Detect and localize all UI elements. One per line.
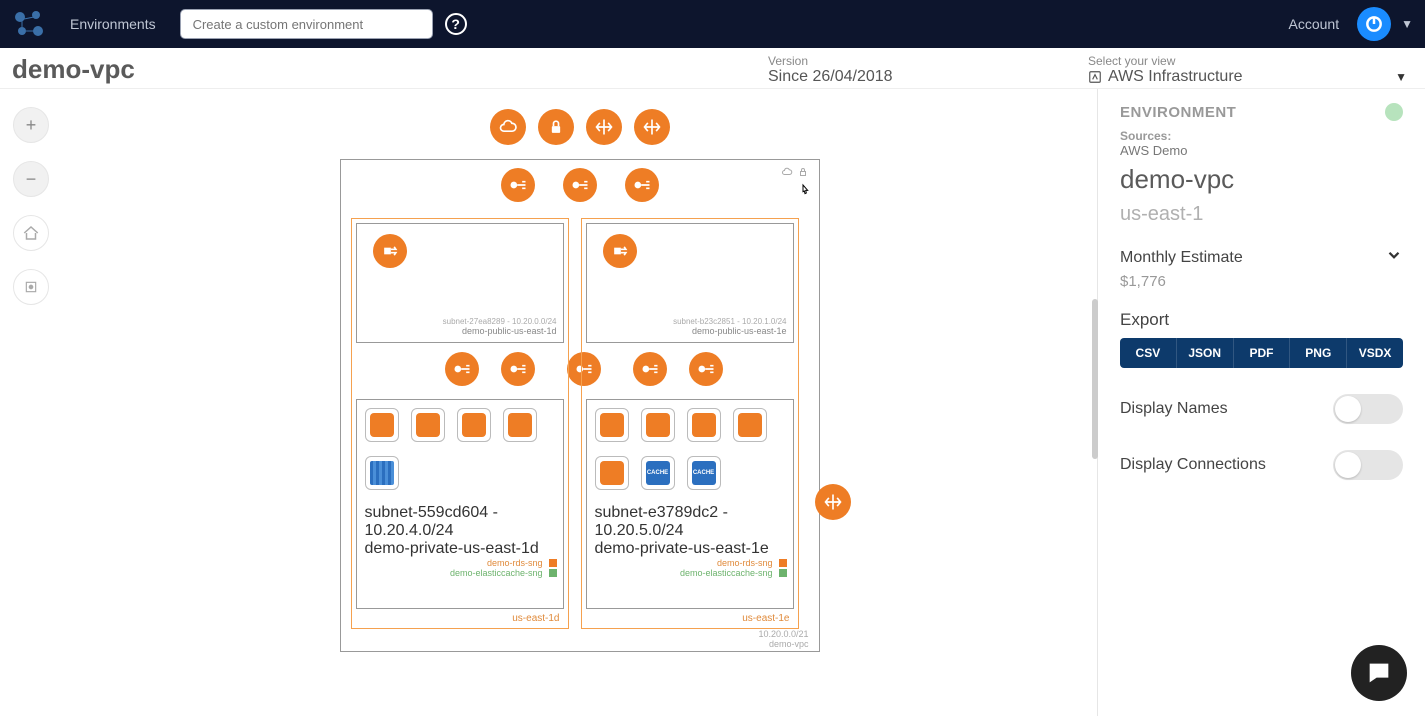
- lock-icon[interactable]: [538, 109, 574, 145]
- estimate-value: $1,776: [1120, 273, 1403, 290]
- ec2-instance[interactable]: [365, 408, 399, 442]
- availability-zone[interactable]: subnet-b23c2851 - 10.20.1.0/24 demo-publ…: [581, 218, 799, 629]
- load-balancer-icon[interactable]: [563, 168, 597, 202]
- internet-row: [340, 109, 820, 145]
- route-table-icon[interactable]: [603, 234, 637, 268]
- ec2-instance[interactable]: [503, 408, 537, 442]
- subnet-name-label: demo-public-us-east-1e: [692, 326, 787, 336]
- elasticache-node[interactable]: CACHE: [687, 456, 721, 490]
- export-vsdx-button[interactable]: VSDX: [1347, 338, 1403, 368]
- ec2-instance[interactable]: [457, 408, 491, 442]
- version-label: Version: [768, 54, 1088, 68]
- display-connections-label: Display Connections: [1120, 456, 1266, 474]
- properties-panel: ENVIRONMENT Sources: AWS Demo demo-vpc u…: [1097, 89, 1425, 716]
- search-wrap: ?: [180, 9, 467, 39]
- vpc-container[interactable]: subnet-27ea8289 - 10.20.0.0/24 demo-publ…: [340, 159, 820, 652]
- version-since: Since 26/04/2018: [768, 68, 1088, 86]
- title-bar: demo-vpc Version Since 26/04/2018 Select…: [0, 48, 1425, 89]
- elasticache-node[interactable]: CACHE: [641, 456, 675, 490]
- ec2-instance[interactable]: [641, 408, 675, 442]
- public-subnet[interactable]: subnet-27ea8289 - 10.20.0.0/24 demo-publ…: [356, 223, 564, 343]
- rds-instance[interactable]: [365, 456, 399, 490]
- main: + −: [0, 89, 1425, 716]
- home-extent-button[interactable]: [13, 215, 49, 251]
- export-png-button[interactable]: PNG: [1290, 338, 1347, 368]
- subnet-group-tag: demo-elasticcache-sng: [593, 568, 787, 578]
- export-json-button[interactable]: JSON: [1177, 338, 1234, 368]
- chat-widget-button[interactable]: [1351, 645, 1407, 701]
- top-nav: Environments ? Account ▼: [0, 0, 1425, 48]
- az-label: us-east-1e: [586, 609, 794, 624]
- subnet-name-label: demo-public-us-east-1d: [462, 326, 557, 336]
- display-names-label: Display Names: [1120, 400, 1228, 418]
- nav-environments-link[interactable]: Environments: [70, 16, 156, 32]
- chevron-down-icon[interactable]: ▼: [1401, 17, 1413, 31]
- export-csv-button[interactable]: CSV: [1120, 338, 1177, 368]
- zoom-out-button[interactable]: −: [13, 161, 49, 197]
- view-name: AWS Infrastructure: [1088, 68, 1413, 86]
- export-pdf-button[interactable]: PDF: [1234, 338, 1291, 368]
- cloud-icon[interactable]: [490, 109, 526, 145]
- subnet-group-tag: demo-elasticcache-sng: [363, 568, 557, 578]
- account-link[interactable]: Account: [1289, 16, 1340, 32]
- environment-name: demo-vpc: [1120, 164, 1403, 195]
- public-subnet[interactable]: subnet-b23c2851 - 10.20.1.0/24 demo-publ…: [586, 223, 794, 343]
- ec2-instance[interactable]: [687, 408, 721, 442]
- version-block: Version Since 26/04/2018: [768, 54, 1088, 86]
- load-balancer-icon[interactable]: [625, 168, 659, 202]
- monthly-estimate-toggle[interactable]: Monthly Estimate: [1120, 246, 1403, 269]
- status-indicator: [1385, 103, 1403, 121]
- load-balancer-icon[interactable]: [501, 168, 535, 202]
- ec2-instance[interactable]: [595, 456, 629, 490]
- power-button[interactable]: [1357, 7, 1391, 41]
- region-name: us-east-1: [1120, 203, 1403, 226]
- page-title: demo-vpc: [12, 54, 768, 85]
- export-heading: Export: [1120, 310, 1403, 330]
- vpc-label: 10.20.0.0/21 demo-vpc: [758, 629, 808, 649]
- availability-zones: subnet-27ea8289 - 10.20.0.0/24 demo-publ…: [351, 218, 809, 629]
- search-input[interactable]: [180, 9, 433, 39]
- help-icon[interactable]: ?: [445, 13, 467, 35]
- diagram-canvas[interactable]: subnet-27ea8289 - 10.20.0.0/24 demo-publ…: [62, 89, 1097, 716]
- internet-gateway-icon[interactable]: [634, 109, 670, 145]
- left-toolbar: + −: [0, 89, 62, 716]
- ec2-instance[interactable]: [733, 408, 767, 442]
- nat-gateway-icon[interactable]: [809, 484, 857, 520]
- private-subnet[interactable]: demo-rds-sng demo-elasticcache-sng subne…: [356, 399, 564, 609]
- elb-external-row: [341, 168, 819, 202]
- az-label: us-east-1d: [356, 609, 564, 624]
- subnet-name-label: demo-private-us-east-1d: [365, 540, 555, 558]
- availability-zone[interactable]: subnet-27ea8289 - 10.20.0.0/24 demo-publ…: [351, 218, 569, 629]
- subnet-id-label: subnet-559cd604 - 10.20.4.0/24: [365, 504, 555, 540]
- logo-icon[interactable]: [12, 9, 46, 39]
- export-button-group: CSV JSON PDF PNG VSDX: [1120, 338, 1403, 368]
- route-table-icon[interactable]: [373, 234, 407, 268]
- subnet-name-label: demo-private-us-east-1e: [595, 540, 785, 558]
- sources-label: Sources:: [1120, 129, 1403, 143]
- zoom-in-button[interactable]: +: [13, 107, 49, 143]
- fit-screen-button[interactable]: [13, 269, 49, 305]
- subnet-id-label: subnet-b23c2851 - 10.20.1.0/24: [673, 317, 786, 326]
- subnet-id-label: subnet-27ea8289 - 10.20.0.0/24: [443, 317, 557, 326]
- ec2-instance[interactable]: [411, 408, 445, 442]
- chevron-down-icon: ▼: [1395, 70, 1407, 84]
- display-connections-toggle[interactable]: [1333, 450, 1403, 480]
- subnet-id-label: subnet-e3789dc2 - 10.20.5.0/24: [595, 504, 785, 540]
- private-subnet[interactable]: CACHE CACHE demo-rds-sng demo-elasticcac…: [586, 399, 794, 609]
- sources-value: AWS Demo: [1120, 143, 1403, 158]
- ec2-instance[interactable]: [595, 408, 629, 442]
- subnet-group-tag: demo-rds-sng: [593, 558, 787, 568]
- panel-heading: ENVIRONMENT: [1120, 104, 1236, 121]
- subnet-group-tag: demo-rds-sng: [363, 558, 557, 568]
- aws-icon: [1088, 70, 1102, 84]
- internet-gateway-icon[interactable]: [586, 109, 622, 145]
- view-label: Select your view: [1088, 54, 1413, 68]
- view-selector[interactable]: Select your view AWS Infrastructure ▼: [1088, 54, 1413, 86]
- chevron-down-icon: [1385, 246, 1403, 269]
- display-names-toggle[interactable]: [1333, 394, 1403, 424]
